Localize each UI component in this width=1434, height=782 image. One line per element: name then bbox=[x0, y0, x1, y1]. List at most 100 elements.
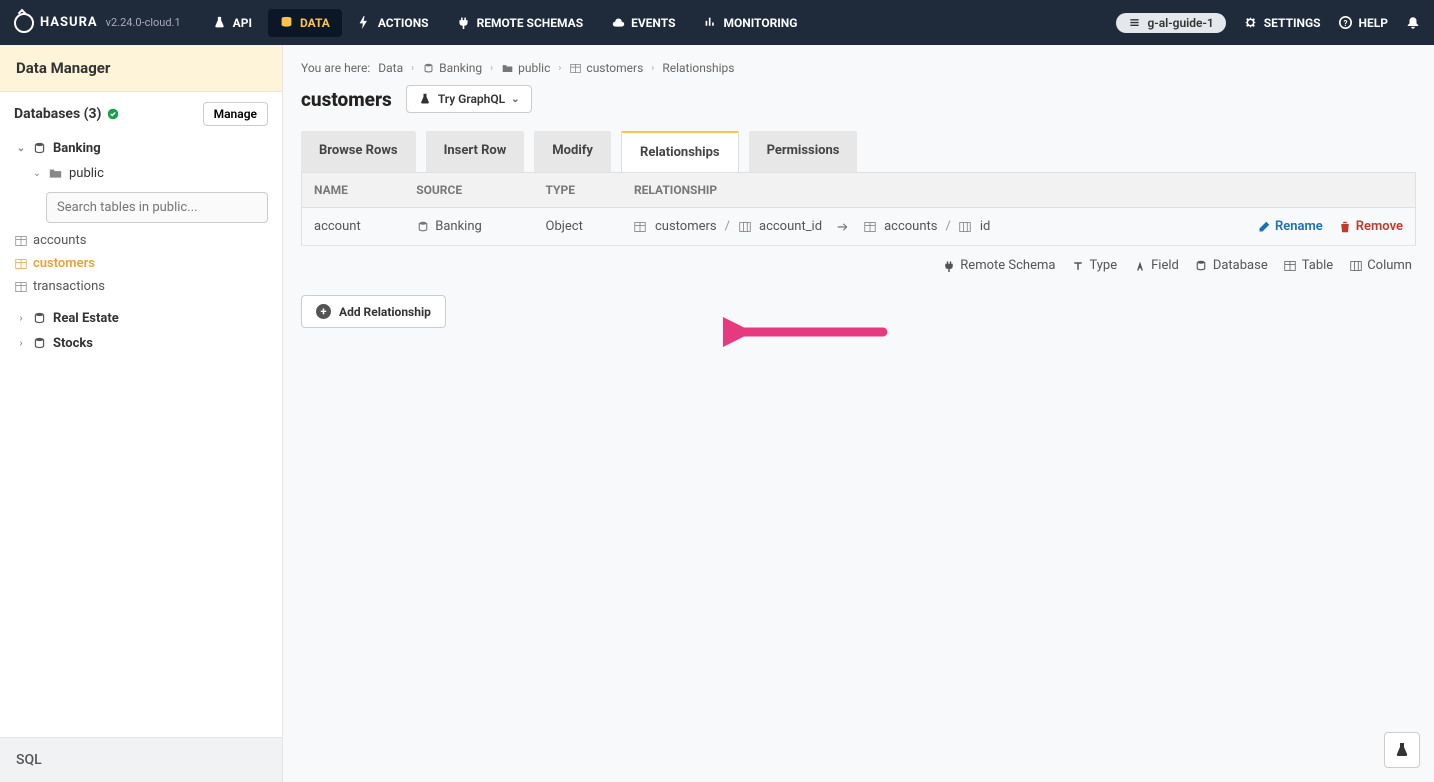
col-relationship: RELATIONSHIP bbox=[622, 173, 1171, 208]
nav-actions[interactable]: ACTIONS bbox=[346, 9, 441, 37]
try-graphql-label: Try GraphQL bbox=[438, 92, 505, 106]
list-icon bbox=[1128, 16, 1141, 29]
sql-link[interactable]: SQL bbox=[0, 737, 282, 782]
relationship-path: customers / account_id accounts / id bbox=[634, 219, 1159, 234]
table-customers[interactable]: customers bbox=[14, 252, 268, 275]
nav-events[interactable]: EVENTS bbox=[599, 9, 687, 37]
col-name: NAME bbox=[302, 173, 405, 208]
tab-modify[interactable]: Modify bbox=[534, 131, 611, 172]
to-table: accounts bbox=[884, 219, 937, 234]
chevron-down-icon: ⌄ bbox=[32, 168, 42, 179]
nav-monitoring-label: MONITORING bbox=[723, 16, 797, 30]
add-relationship-button[interactable]: + Add Relationship bbox=[301, 295, 446, 328]
chevron-right-icon: › bbox=[490, 63, 493, 74]
chevron-right-icon: › bbox=[558, 63, 561, 74]
from-column: account_id bbox=[759, 219, 822, 234]
logo[interactable]: HASURA bbox=[14, 13, 98, 33]
nav-data-label: DATA bbox=[300, 16, 330, 30]
to-column: id bbox=[980, 219, 991, 234]
nav-events-label: EVENTS bbox=[631, 16, 675, 30]
check-icon bbox=[107, 108, 119, 120]
database-icon bbox=[33, 337, 46, 350]
settings-link[interactable]: SETTINGS bbox=[1244, 16, 1321, 30]
trash-icon bbox=[1339, 220, 1352, 233]
database-icon bbox=[33, 142, 46, 155]
databases-header: Databases (3) Manage bbox=[14, 102, 268, 126]
nav-items: API DATA ACTIONS REMOTE SCHEMAS EVENTS bbox=[201, 9, 810, 37]
legend-column: Column bbox=[1349, 258, 1412, 273]
db-banking-label: Banking bbox=[53, 141, 101, 156]
page-title: customers bbox=[301, 88, 392, 111]
tab-browse-rows[interactable]: Browse Rows bbox=[301, 131, 416, 172]
svg-text:?: ? bbox=[1344, 18, 1348, 28]
search-tables-input[interactable] bbox=[46, 192, 268, 223]
tab-insert-row[interactable]: Insert Row bbox=[426, 131, 525, 172]
settings-label: SETTINGS bbox=[1264, 16, 1321, 30]
relationships-table: NAME SOURCE TYPE RELATIONSHIP account Ba… bbox=[301, 172, 1416, 246]
chevron-down-icon: ⌄ bbox=[511, 94, 519, 105]
nav-remote-schemas-label: REMOTE SCHEMAS bbox=[477, 16, 584, 30]
table-customers-label: customers bbox=[33, 256, 95, 271]
help-label: HELP bbox=[1359, 16, 1388, 30]
tab-relationships[interactable]: Relationships bbox=[621, 131, 739, 172]
type-icon bbox=[1071, 259, 1084, 272]
help-link[interactable]: ? HELP bbox=[1339, 16, 1388, 30]
cell-name: account bbox=[302, 208, 405, 246]
db-stocks[interactable]: › Stocks bbox=[14, 331, 268, 356]
database-icon bbox=[33, 312, 46, 325]
table-accounts[interactable]: accounts bbox=[14, 229, 268, 252]
schema-public[interactable]: ⌄ public bbox=[14, 161, 268, 186]
topnav-right: g-al-guide-1 SETTINGS ? HELP bbox=[1116, 13, 1420, 33]
tab-permissions[interactable]: Permissions bbox=[749, 131, 858, 172]
folder-icon bbox=[49, 167, 62, 180]
project-pill[interactable]: g-al-guide-1 bbox=[1116, 13, 1225, 33]
nav-monitoring[interactable]: MONITORING bbox=[691, 9, 809, 37]
float-flask-button[interactable] bbox=[1384, 732, 1420, 768]
legend-table: Table bbox=[1284, 258, 1333, 273]
crumb-public[interactable]: public bbox=[501, 61, 550, 75]
nav-api[interactable]: API bbox=[201, 9, 264, 37]
plus-circle-icon: + bbox=[316, 304, 331, 319]
hasura-logo-icon bbox=[14, 13, 34, 33]
table-transactions[interactable]: transactions bbox=[14, 275, 268, 298]
crumb-relationships: Relationships bbox=[662, 61, 734, 75]
table-icon bbox=[14, 257, 27, 270]
col-source: SOURCE bbox=[404, 173, 533, 208]
db-banking[interactable]: ⌄ Banking bbox=[14, 136, 268, 161]
chart-icon bbox=[703, 16, 717, 30]
gear-icon bbox=[1244, 16, 1258, 30]
tabs: Browse Rows Insert Row Modify Relationsh… bbox=[301, 131, 1416, 172]
nav-api-label: API bbox=[233, 16, 252, 30]
nav-remote-schemas[interactable]: REMOTE SCHEMAS bbox=[445, 9, 596, 37]
table-icon bbox=[634, 220, 647, 233]
remove-button[interactable]: Remove bbox=[1339, 219, 1403, 234]
plug-icon bbox=[942, 259, 955, 272]
top-nav: HASURA v2.24.0-cloud.1 API DATA ACTIONS … bbox=[0, 0, 1434, 45]
database-icon bbox=[422, 62, 435, 75]
manage-button[interactable]: Manage bbox=[203, 102, 268, 126]
nav-data[interactable]: DATA bbox=[268, 9, 342, 37]
cloud-icon bbox=[611, 16, 625, 30]
version-text: v2.24.0-cloud.1 bbox=[106, 16, 181, 29]
column-icon bbox=[959, 220, 972, 233]
sidebar-header: Data Manager bbox=[0, 45, 282, 92]
brand-text: HASURA bbox=[40, 15, 98, 30]
column-icon bbox=[1349, 259, 1362, 272]
flask-icon bbox=[1394, 742, 1410, 758]
cell-source: Banking bbox=[435, 219, 482, 234]
bell-icon[interactable] bbox=[1406, 16, 1420, 30]
crumb-customers[interactable]: customers bbox=[569, 61, 643, 75]
db-real-estate[interactable]: › Real Estate bbox=[14, 306, 268, 331]
annotation-arrow bbox=[723, 307, 893, 357]
legend-field: Field bbox=[1133, 258, 1179, 273]
crumb-data[interactable]: Data bbox=[378, 61, 403, 75]
plug-icon bbox=[457, 16, 471, 30]
try-graphql-button[interactable]: Try GraphQL ⌄ bbox=[406, 85, 533, 113]
breadcrumb: You are here: Data › Banking › public › … bbox=[301, 61, 1416, 75]
from-table: customers bbox=[655, 219, 717, 234]
db-real-estate-label: Real Estate bbox=[53, 311, 119, 326]
crumb-banking[interactable]: Banking bbox=[422, 61, 482, 75]
chevron-right-icon: › bbox=[16, 313, 26, 324]
rename-button[interactable]: Rename bbox=[1258, 219, 1323, 234]
database-icon bbox=[280, 16, 294, 30]
